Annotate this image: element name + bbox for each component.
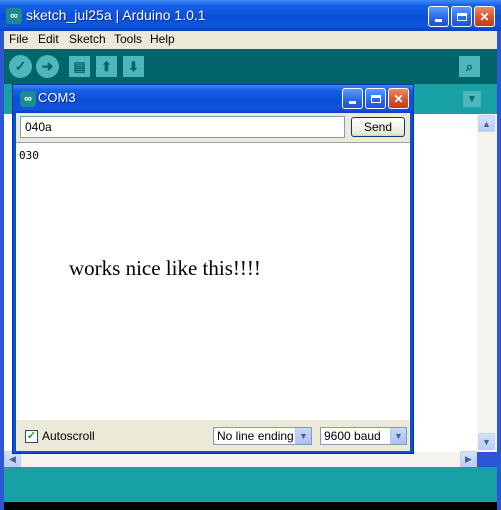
serial-monitor-icon: ⌕ [465,58,474,74]
save-icon: ⬇ [128,58,139,74]
console-status-bar [4,467,497,502]
serial-maximize-button[interactable] [365,88,386,109]
serial-close-button[interactable]: ✕ [388,88,409,109]
menu-bar: File Edit Sketch Tools Help [4,31,497,49]
menu-tools[interactable]: Tools [114,32,142,46]
editor-vertical-scrollbar[interactable]: ▲ ▼ [477,114,497,452]
verify-icon: ✓ [14,58,27,74]
close-icon: ✕ [393,91,404,106]
line-ending-select[interactable]: No line ending ▼ [213,427,312,445]
autoscroll-checkbox[interactable]: ✓ [25,430,38,443]
line-ending-dropdown-button[interactable]: ▼ [295,428,311,444]
chevron-down-icon: ▼ [482,436,491,447]
maximize-icon [456,12,467,21]
serial-window-title: COM3 [38,90,76,105]
upload-icon: ➜ [41,58,54,74]
new-icon: ▤ [73,58,86,74]
new-button[interactable]: ▤ [69,56,90,77]
serial-send-input[interactable] [20,116,345,138]
serial-monitor-window: ∞ COM3 ✕ Send 030 works nice like this!!… [12,84,414,454]
scroll-right-button[interactable]: ▶ [460,451,477,468]
serial-title-bar[interactable]: ∞ COM3 ✕ [13,85,413,113]
close-icon: ✕ [479,9,490,24]
main-minimize-button[interactable] [428,6,449,27]
main-window-title: sketch_jul25a | Arduino 1.0.1 [26,7,206,23]
chevron-up-icon: ▲ [482,118,491,129]
scroll-down-button[interactable]: ▼ [478,433,495,450]
line-ending-value: No line ending [217,429,294,443]
minimize-icon [349,101,356,104]
baud-rate-select[interactable]: 9600 baud ▼ [320,427,407,445]
main-close-button[interactable]: ✕ [474,6,495,27]
serial-minimize-button[interactable] [342,88,363,109]
annotation-text: works nice like this!!!! [69,256,261,280]
verify-button[interactable]: ✓ [9,55,32,78]
serial-monitor-body: Send 030 works nice like this!!!! ✓ Auto… [16,113,410,451]
baud-rate-value: 9600 baud [324,429,381,443]
toolbar: ✓ ➜ ▤ ⬆ ⬇ ⌕ [4,49,497,84]
serial-output-area[interactable]: 030 works nice like this!!!! [16,142,410,420]
baud-rate-dropdown-button[interactable]: ▼ [390,428,406,444]
serial-monitor-button[interactable]: ⌕ [459,56,480,77]
checkmark-icon: ✓ [26,430,37,442]
chevron-left-icon: ◀ [9,454,16,464]
menu-help[interactable]: Help [150,32,175,46]
menu-sketch[interactable]: Sketch [69,32,106,46]
menu-edit[interactable]: Edit [38,32,59,46]
chevron-down-icon: ▼ [299,431,308,441]
menu-file[interactable]: File [9,32,28,46]
main-title-bar[interactable]: ∞ sketch_jul25a | Arduino 1.0.1 ✕ [0,0,501,31]
chevron-down-icon: ▼ [394,431,403,441]
arduino-logo-icon: ∞ [6,8,22,24]
autoscroll-label: Autoscroll [42,429,95,443]
open-icon: ⬆ [101,58,112,74]
upload-button[interactable]: ➜ [36,55,59,78]
send-button[interactable]: Send [351,117,405,137]
scroll-up-button[interactable]: ▲ [478,115,495,132]
chevron-right-icon: ▶ [465,454,472,464]
chevron-down-icon: ▼ [467,93,477,105]
maximize-icon [370,94,381,103]
save-button[interactable]: ⬇ [123,56,144,77]
tab-menu-button[interactable]: ▼ [463,91,481,107]
minimize-icon [435,19,442,22]
open-button[interactable]: ⬆ [96,56,117,77]
console-output [4,502,497,510]
editor-horizontal-scrollbar[interactable]: ◀ ▶ [4,451,477,468]
arduino-logo-icon: ∞ [20,91,36,107]
main-maximize-button[interactable] [451,6,472,27]
serial-output-text: 030 [19,149,39,162]
